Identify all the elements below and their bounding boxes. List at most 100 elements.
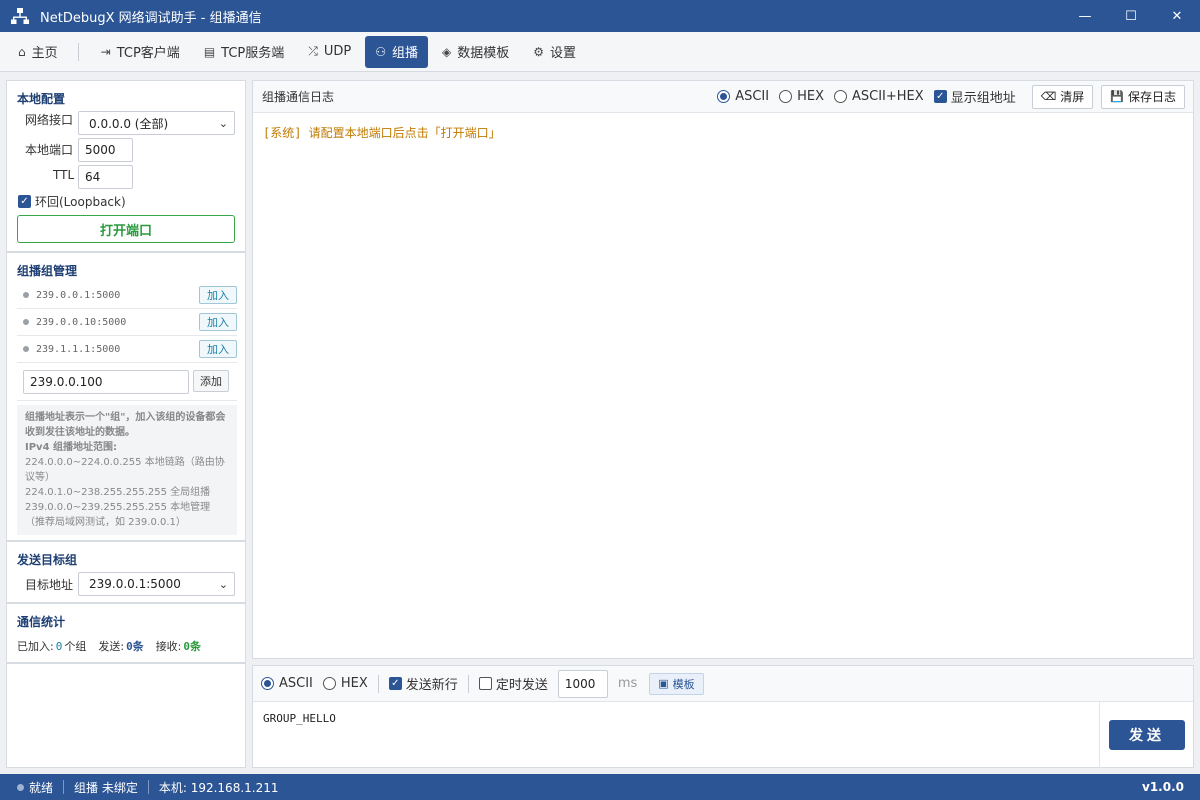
title-bar: NetDebugX 网络调试助手 - 组播通信 — ☐ ✕ (0, 0, 1200, 32)
book-icon: ▣ (658, 677, 669, 690)
multicast-help-note: 组播地址表示一个"组"，加入该组的设备都会收到发往该地址的数据。 IPv4 组播… (17, 405, 237, 535)
ttl-label: TTL (53, 168, 75, 182)
tab-divider (77, 42, 79, 61)
radio-icon (717, 90, 731, 103)
tab-home[interactable]: ⌂ 主页 (8, 36, 68, 68)
local-port-input[interactable]: 5000 (78, 138, 133, 162)
radio-icon (834, 90, 847, 103)
group-management-heading: 组播组管理 (17, 264, 78, 278)
divider (1099, 702, 1100, 768)
ttl-input[interactable]: 64 (78, 165, 133, 189)
tab-label: 组播 (392, 46, 419, 61)
button-label: 模板 (672, 677, 695, 691)
save-log-button[interactable]: 💾 保存日志 (1101, 84, 1185, 109)
send-panel: ASCII HEX ✓ 发送新行 定时发送 1000 ms ▣ 模板 GROUP… (252, 665, 1194, 768)
local-config-panel: 本地配置 网络接口 0.0.0.0 (全部) ⌄ 本地端口 5000 TTL 6… (6, 80, 246, 252)
checkbox-label: 发送新行 (405, 678, 458, 693)
send-mode-hex-radio[interactable]: HEX (322, 676, 368, 691)
recv-label: 接收: (155, 640, 182, 653)
joined-label: 已加入: (17, 640, 54, 653)
new-group-input[interactable]: 239.0.0.100 (23, 370, 189, 394)
divider (63, 780, 65, 794)
tab-label: 设置 (550, 46, 577, 61)
tab-settings[interactable]: ⚙ 设置 (523, 36, 586, 68)
log-mode-both-radio[interactable]: ASCII+HEX (834, 89, 924, 104)
send-button[interactable]: 发送 (1109, 720, 1185, 750)
target-address-label: 目标地址 (25, 578, 74, 592)
divider (377, 674, 379, 693)
template-button[interactable]: ▣ 模板 (649, 672, 704, 695)
status-bind: 组播 未绑定 (74, 780, 138, 795)
gear-icon: ⚙ (533, 44, 545, 59)
window-title: NetDebugX 网络调试助手 - 组播通信 (40, 10, 262, 26)
server-icon: ▤ (203, 44, 216, 59)
divider (467, 674, 469, 693)
tab-data-template[interactable]: ◈ 数据模板 (432, 36, 519, 68)
send-options-bar: ASCII HEX ✓ 发送新行 定时发送 1000 ms ▣ 模板 (253, 666, 1193, 702)
button-label: 保存日志 (1127, 90, 1176, 104)
log-mode-hex-radio[interactable]: HEX (779, 89, 824, 104)
port-label: 本地端口 (25, 143, 74, 157)
show-group-checkbox[interactable]: ✓ 显示组地址 (933, 87, 1016, 106)
note-line: 224.0.1.0~238.255.255.255 全局组播 (25, 487, 211, 498)
tab-label: 数据模板 (457, 46, 510, 61)
target-address-select[interactable]: 239.0.0.1:5000 ⌄ (78, 572, 235, 596)
log-mode-ascii-radio[interactable]: ASCII (717, 89, 769, 104)
group-management-panel: 组播组管理 239.0.0.1:5000 加入 239.0.0.10:5000 … (6, 252, 246, 541)
close-button[interactable]: ✕ (1154, 0, 1200, 32)
list-item: 239.0.0.1:5000 加入 (17, 282, 237, 309)
chevron-down-icon: ⌄ (218, 116, 228, 130)
eraser-icon: ⌫ (1040, 90, 1057, 103)
status-state: 就绪 (29, 780, 54, 795)
send-newline-checkbox[interactable]: ✓ 发送新行 (388, 674, 458, 693)
interface-select[interactable]: 0.0.0.0 (全部) ⌄ (78, 111, 235, 135)
status-bar: 就绪 组播 未绑定 本机: 192.168.1.211 v1.0.0 (0, 774, 1200, 800)
list-item: 239.0.0.10:5000 加入 (17, 309, 237, 336)
sitemap-icon: ⚇ (375, 44, 387, 59)
timer-send-checkbox[interactable]: 定时发送 (478, 674, 548, 693)
checkbox-icon (478, 677, 492, 690)
local-config-heading: 本地配置 (17, 92, 66, 106)
loopback-checkbox[interactable]: ✓ 环回(Loopback) (18, 193, 126, 210)
status-local-ip: 本机: 192.168.1.211 (158, 780, 279, 795)
interval-input[interactable]: 1000 (557, 669, 608, 698)
send-target-panel: 发送目标组 目标地址 239.0.0.1:5000 ⌄ (6, 541, 246, 603)
status-dot (23, 319, 29, 325)
button-label: 清屏 (1060, 90, 1085, 104)
left-sidebar: 本地配置 网络接口 0.0.0.0 (全部) ⌄ 本地端口 5000 TTL 6… (6, 80, 246, 768)
divider (17, 400, 237, 401)
radio-icon (261, 677, 274, 690)
radio-label: ASCII (735, 89, 770, 104)
sent-label: 发送: (98, 640, 125, 653)
log-panel: 组播通信日志 ASCII HEX ASCII+HEX ✓ 显示组地址 ⌫ 清屏 … (252, 80, 1194, 659)
status-dot (23, 292, 29, 298)
send-target-heading: 发送目标组 (17, 553, 78, 567)
chevron-down-icon: ⌄ (218, 577, 228, 591)
open-port-button[interactable]: 打开端口 (17, 215, 235, 243)
join-group-button[interactable]: 加入 (199, 313, 237, 331)
login-icon: ⇥ (100, 44, 111, 59)
maximize-button[interactable]: ☐ (1108, 0, 1154, 32)
status-dot (23, 346, 29, 352)
tab-multicast[interactable]: ⚇ 组播 (365, 35, 429, 68)
stats-panel: 通信统计 已加入: 0 个组 发送: 0条 接收: 0条 (6, 603, 246, 663)
tab-udp[interactable]: ⤮ UDP (298, 36, 361, 68)
clear-log-button[interactable]: ⌫ 清屏 (1031, 84, 1094, 109)
send-text-area[interactable]: GROUP_HELLO (263, 712, 336, 725)
join-group-button[interactable]: 加入 (199, 340, 237, 358)
tab-label: 主页 (31, 46, 58, 61)
tab-tcp-server[interactable]: ▤ TCP服务端 (194, 36, 294, 68)
tab-label: TCP服务端 (221, 46, 285, 61)
radio-label: ASCII (279, 676, 313, 691)
close-icon: ✕ (1171, 8, 1183, 24)
tab-tcp-client[interactable]: ⇥ TCP客户端 (91, 36, 190, 68)
add-group-button[interactable]: 添加 (193, 370, 229, 392)
tab-label: TCP客户端 (116, 46, 180, 61)
join-group-button[interactable]: 加入 (199, 286, 237, 304)
checkbox-label: 显示组地址 (950, 91, 1016, 106)
log-header: 组播通信日志 ASCII HEX ASCII+HEX ✓ 显示组地址 ⌫ 清屏 … (253, 81, 1193, 113)
minimize-button[interactable]: — (1062, 0, 1108, 32)
send-mode-ascii-radio[interactable]: ASCII (261, 676, 313, 691)
radio-icon (779, 90, 793, 103)
group-address: 239.1.1.1:5000 (36, 343, 121, 355)
